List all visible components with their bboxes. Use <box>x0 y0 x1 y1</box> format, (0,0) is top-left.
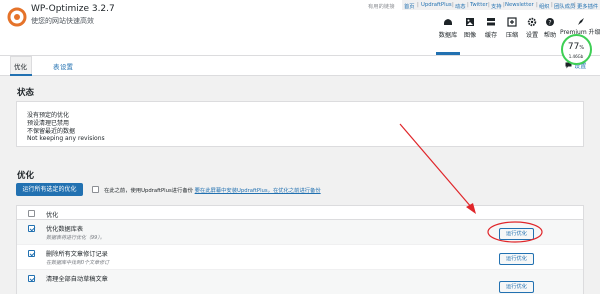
row-description: 在数据库中找到0个文章修订 <box>46 260 110 266</box>
nav-help[interactable]: ? 帮助 <box>539 17 561 39</box>
row-checkbox[interactable] <box>28 275 35 282</box>
table-header: 优化 <box>17 206 583 220</box>
database-icon <box>444 19 452 25</box>
backup-text: 在此之前，使用UpdraftPlus进行备份 要在此屏幕中安装UpdraftPl… <box>104 186 321 194</box>
optimizations-table: 优化 优化数据库表 数据表将进行优化（99）。 运行优化 删除所有文章修订记录 … <box>16 205 584 294</box>
optimization-gauge: 77% 1.46Gb <box>561 34 592 65</box>
backup-checkbox[interactable] <box>92 186 99 193</box>
nav-cache[interactable]: 缓存 <box>480 17 502 39</box>
top-link-home[interactable]: 首页 <box>404 2 415 10</box>
run-optimization-button[interactable]: 运行优化 <box>499 253 534 265</box>
select-all-checkbox[interactable] <box>28 210 35 217</box>
top-links-bar: 有用的链接 首页 | UpdraftPlus | 动态 | Twitter | … <box>368 0 600 10</box>
gear-icon <box>527 17 537 27</box>
status-heading: 状态 <box>17 88 35 98</box>
tab-optimize[interactable]: 优化 <box>14 61 27 71</box>
status-line-revisions: Not keeping any revisions <box>27 135 105 142</box>
top-link-news[interactable]: 动态 <box>455 2 466 10</box>
status-line-recent-data: 不保留最近的数据 <box>27 128 76 135</box>
row-title: 删除所有文章修订记录 <box>46 251 108 258</box>
gauge-percent-unit: % <box>579 45 585 51</box>
top-link-organize[interactable]: 组织 <box>539 2 550 10</box>
image-icon <box>466 18 474 26</box>
gauge-size: 1.46Gb <box>568 54 584 59</box>
top-link-newsletter[interactable]: Newsletter <box>505 2 534 8</box>
wp-optimize-logo-icon <box>7 7 27 27</box>
backup-link[interactable]: 要在此屏幕中安装UpdraftPlus，在优化之前进行备份 <box>195 188 321 194</box>
table-row: 清理全部自动草稿文章 运行优化 <box>17 270 583 294</box>
tab-tables[interactable]: 表 <box>53 61 60 71</box>
nav-database[interactable]: 数据库 <box>437 17 459 39</box>
rocket-icon <box>578 18 584 25</box>
optimize-heading: 优化 <box>17 171 35 181</box>
top-link-support[interactable]: 支持 <box>491 2 502 10</box>
table-row: 优化数据库表 数据表将进行优化（99）。 运行优化 <box>17 220 583 245</box>
tab-active-indicator <box>10 74 32 76</box>
tab-settings[interactable]: 设置 <box>60 61 73 71</box>
app-header: WP-Optimize 3.2.7 使您的网站快速高效 有用的链接 首页 | U… <box>0 0 600 56</box>
compress-icon <box>507 17 517 27</box>
useful-links-label: 有用的链接 <box>368 4 395 10</box>
nav-images[interactable]: 图像 <box>459 17 481 39</box>
cache-icon <box>487 18 495 26</box>
table-row: 删除所有文章修订记录 在数据库中找到0个文章修订 运行优化 <box>17 245 583 270</box>
row-checkbox[interactable] <box>28 225 35 232</box>
row-title: 清理全部自动草稿文章 <box>46 276 108 283</box>
row-description: 数据表将进行优化（99）。 <box>46 235 105 241</box>
tabs-bar: 表 设置 <box>0 56 600 76</box>
app-subtitle: 使您的网站快速高效 <box>31 17 94 25</box>
nav-compress[interactable]: 压缩 <box>501 17 523 39</box>
row-title: 优化数据库表 <box>46 226 84 233</box>
top-link-updraftplus[interactable]: UpdraftPlus <box>421 2 452 8</box>
app-title: WP-Optimize 3.2.7 <box>31 4 115 14</box>
row-checkbox[interactable] <box>28 250 35 257</box>
top-link-team[interactable]: 团队成员 <box>554 2 575 10</box>
backup-prefix: 在此之前，使用UpdraftPlus进行备份 <box>104 188 193 194</box>
svg-text:?: ? <box>548 19 551 26</box>
top-link-twitter[interactable]: Twitter <box>470 2 488 8</box>
top-link-more-plugins[interactable]: 更多插件 <box>577 2 598 10</box>
run-optimization-button[interactable]: 运行优化 <box>499 228 534 240</box>
gauge-percent: 77 <box>567 42 580 52</box>
run-all-optimizations-button[interactable]: 运行所有选定的优化 <box>16 183 83 196</box>
help-icon: ? <box>546 18 554 26</box>
status-box: 没有预定的优化 预设清理已禁用 不保留最近的数据 Not keeping any… <box>16 101 584 147</box>
nav-active-indicator <box>436 52 460 55</box>
table-header-label: 优化 <box>46 212 59 219</box>
run-optimization-button[interactable]: 运行优化 <box>499 281 534 293</box>
